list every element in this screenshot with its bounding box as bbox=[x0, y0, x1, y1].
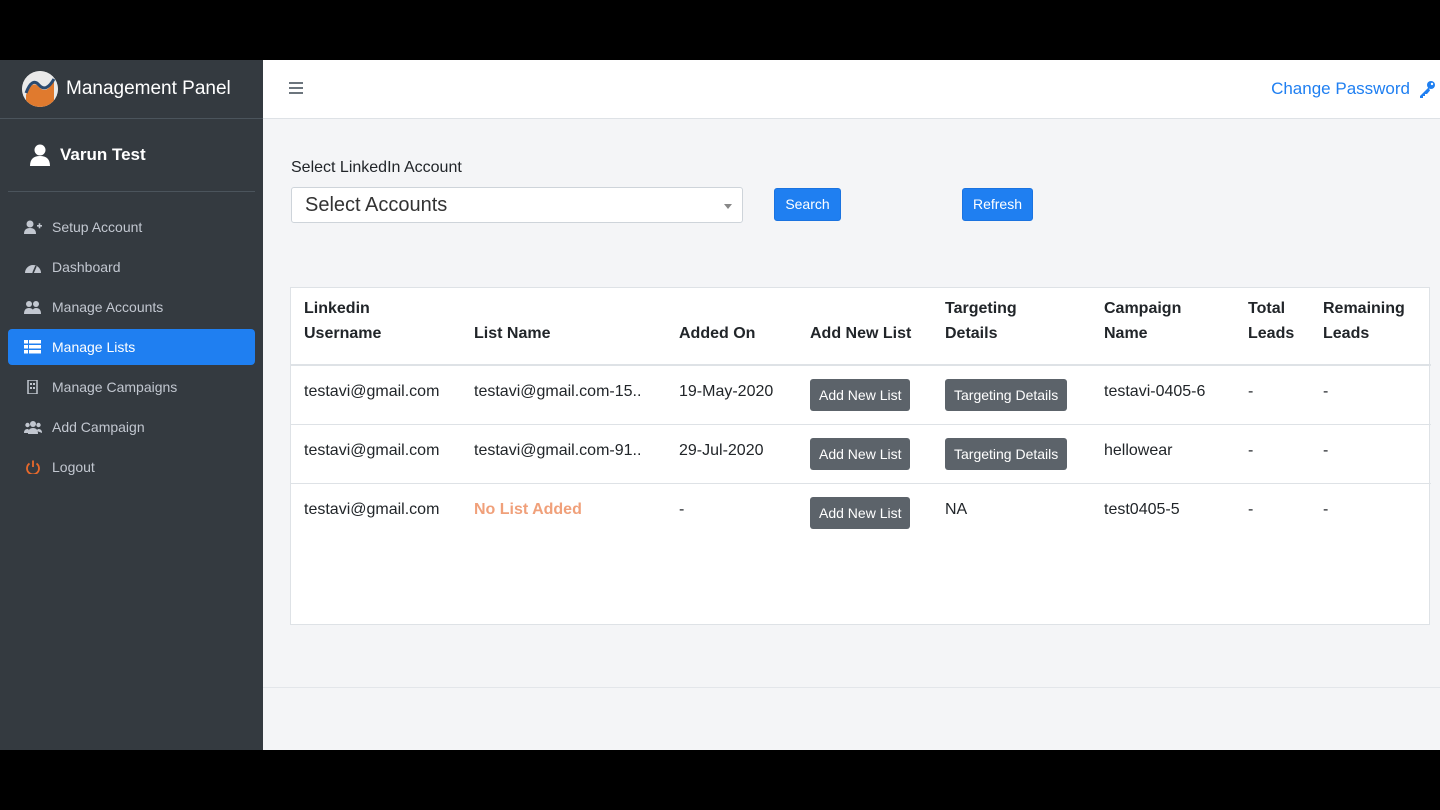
tachometer-icon bbox=[25, 265, 41, 274]
sidebar-item-manage-campaigns[interactable]: Manage Campaigns bbox=[8, 369, 255, 405]
cell-list-name: No List Added bbox=[461, 483, 666, 542]
cell-remaining-leads: - bbox=[1310, 365, 1431, 425]
table-row: testavi@gmail.com testavi@gmail.com-91..… bbox=[291, 424, 1431, 484]
column-header-added-on[interactable]: Added On bbox=[666, 288, 797, 366]
column-header-add-new-list[interactable]: Add New List bbox=[797, 288, 932, 366]
user-plus-icon bbox=[24, 220, 42, 234]
cell-total-leads: - bbox=[1235, 424, 1310, 484]
cell-total-leads: - bbox=[1248, 500, 1254, 518]
caret-down-icon bbox=[724, 204, 732, 209]
sidebar-item-label: Manage Campaigns bbox=[52, 379, 178, 395]
sidebar-item-label: Dashboard bbox=[52, 259, 121, 275]
top-navbar: Change Password bbox=[263, 60, 1440, 119]
footer-area bbox=[263, 687, 1440, 750]
account-select[interactable]: Select Accounts bbox=[291, 187, 743, 223]
sidebar-item-label: Add Campaign bbox=[52, 419, 145, 435]
sidebar-item-dashboard[interactable]: Dashboard bbox=[8, 249, 255, 285]
add-new-list-button[interactable]: Add New List bbox=[810, 496, 911, 529]
sidebar-item-add-campaign[interactable]: Add Campaign bbox=[8, 409, 255, 445]
cell-username: testavi@gmail.com bbox=[291, 365, 461, 425]
table-row: testavi@gmail.com No List Added - Add Ne… bbox=[291, 483, 1431, 542]
cell-added-on: - bbox=[679, 500, 685, 518]
cell-added-on: 29-Jul-2020 bbox=[666, 424, 797, 484]
cell-total-leads: - bbox=[1235, 365, 1310, 425]
table-header-row: Linkedin Username List Name Added On Add … bbox=[291, 288, 1431, 366]
users-icon bbox=[24, 301, 41, 314]
cell-remaining-leads: - bbox=[1323, 500, 1329, 518]
account-select-label: Select LinkedIn Account bbox=[291, 159, 462, 176]
column-header-remaining-leads[interactable]: Remaining Leads bbox=[1310, 288, 1431, 366]
brand-logo-icon bbox=[22, 71, 58, 107]
key-icon[interactable] bbox=[1418, 80, 1436, 98]
sidebar-item-label: Manage Lists bbox=[52, 339, 136, 355]
sidebar-item-setup-account[interactable]: Setup Account bbox=[8, 209, 255, 245]
table-row: testavi@gmail.com testavi@gmail.com-15..… bbox=[291, 365, 1431, 425]
list-icon bbox=[24, 340, 41, 354]
cell-list-name: testavi@gmail.com-15.. bbox=[461, 365, 666, 425]
user-name: Varun Test bbox=[60, 145, 146, 164]
sidebar-item-logout[interactable]: Logout bbox=[8, 449, 255, 485]
cell-add-new-list: Add New List bbox=[797, 424, 932, 484]
cell-targeting: Targeting Details bbox=[932, 424, 1091, 484]
column-header-targeting-details[interactable]: Targeting Details bbox=[932, 288, 1091, 366]
column-header-username[interactable]: Linkedin Username bbox=[291, 288, 461, 366]
sidebar-item-label: Setup Account bbox=[52, 219, 143, 235]
cell-targeting: NA bbox=[945, 500, 968, 518]
targeting-details-button[interactable]: Targeting Details bbox=[945, 437, 1068, 470]
column-header-campaign-name[interactable]: Campaign Name bbox=[1091, 288, 1235, 366]
app-window: Management Panel Varun Test Setup Accoun… bbox=[0, 60, 1440, 750]
sidebar-item-label: Logout bbox=[52, 459, 95, 475]
column-header-total-leads[interactable]: Total Leads bbox=[1235, 288, 1310, 366]
sidebar-nav: Setup Account Dashboard Manage Accounts bbox=[0, 192, 263, 485]
search-button[interactable]: Search bbox=[774, 188, 841, 221]
sidebar: Management Panel Varun Test Setup Accoun… bbox=[0, 60, 263, 750]
sidebar-item-manage-accounts[interactable]: Manage Accounts bbox=[8, 289, 255, 325]
lists-table: Linkedin Username List Name Added On Add … bbox=[291, 288, 1431, 542]
hamburger-menu-icon[interactable] bbox=[289, 82, 303, 96]
cell-campaign: hellowear bbox=[1091, 424, 1235, 484]
cell-targeting: Targeting Details bbox=[932, 365, 1091, 425]
cell-add-new-list: Add New List bbox=[797, 365, 932, 425]
cell-campaign: test0405-5 bbox=[1104, 500, 1180, 518]
sidebar-item-manage-lists[interactable]: Manage Lists bbox=[8, 329, 255, 365]
sidebar-item-label: Manage Accounts bbox=[52, 299, 164, 315]
users-group-icon bbox=[24, 421, 42, 434]
add-new-list-button[interactable]: Add New List bbox=[810, 437, 911, 470]
change-password-link[interactable]: Change Password bbox=[1271, 79, 1410, 99]
refresh-button[interactable]: Refresh bbox=[962, 188, 1033, 221]
targeting-details-button[interactable]: Targeting Details bbox=[945, 379, 1068, 411]
column-header-list-name[interactable]: List Name bbox=[461, 288, 666, 366]
cell-username: testavi@gmail.com bbox=[291, 424, 461, 484]
user-panel[interactable]: Varun Test bbox=[8, 119, 255, 192]
account-select-value: Select Accounts bbox=[305, 194, 448, 216]
building-icon bbox=[27, 380, 38, 394]
main-content: Select LinkedIn Account Select Accounts … bbox=[263, 120, 1440, 750]
user-icon bbox=[30, 144, 50, 166]
cell-add-new-list: Add New List bbox=[797, 483, 932, 542]
cell-username: testavi@gmail.com bbox=[304, 500, 440, 518]
add-new-list-button[interactable]: Add New List bbox=[810, 379, 911, 411]
cell-added-on: 19-May-2020 bbox=[666, 365, 797, 425]
cell-campaign: testavi-0405-6 bbox=[1091, 365, 1235, 425]
cell-remaining-leads: - bbox=[1310, 424, 1431, 484]
brand[interactable]: Management Panel bbox=[0, 60, 263, 119]
power-icon bbox=[26, 460, 40, 474]
no-list-added-text: No List Added bbox=[474, 500, 582, 518]
cell-list-name: testavi@gmail.com-91.. bbox=[461, 424, 666, 484]
lists-table-card: Linkedin Username List Name Added On Add … bbox=[290, 287, 1431, 625]
brand-name: Management Panel bbox=[66, 78, 231, 99]
